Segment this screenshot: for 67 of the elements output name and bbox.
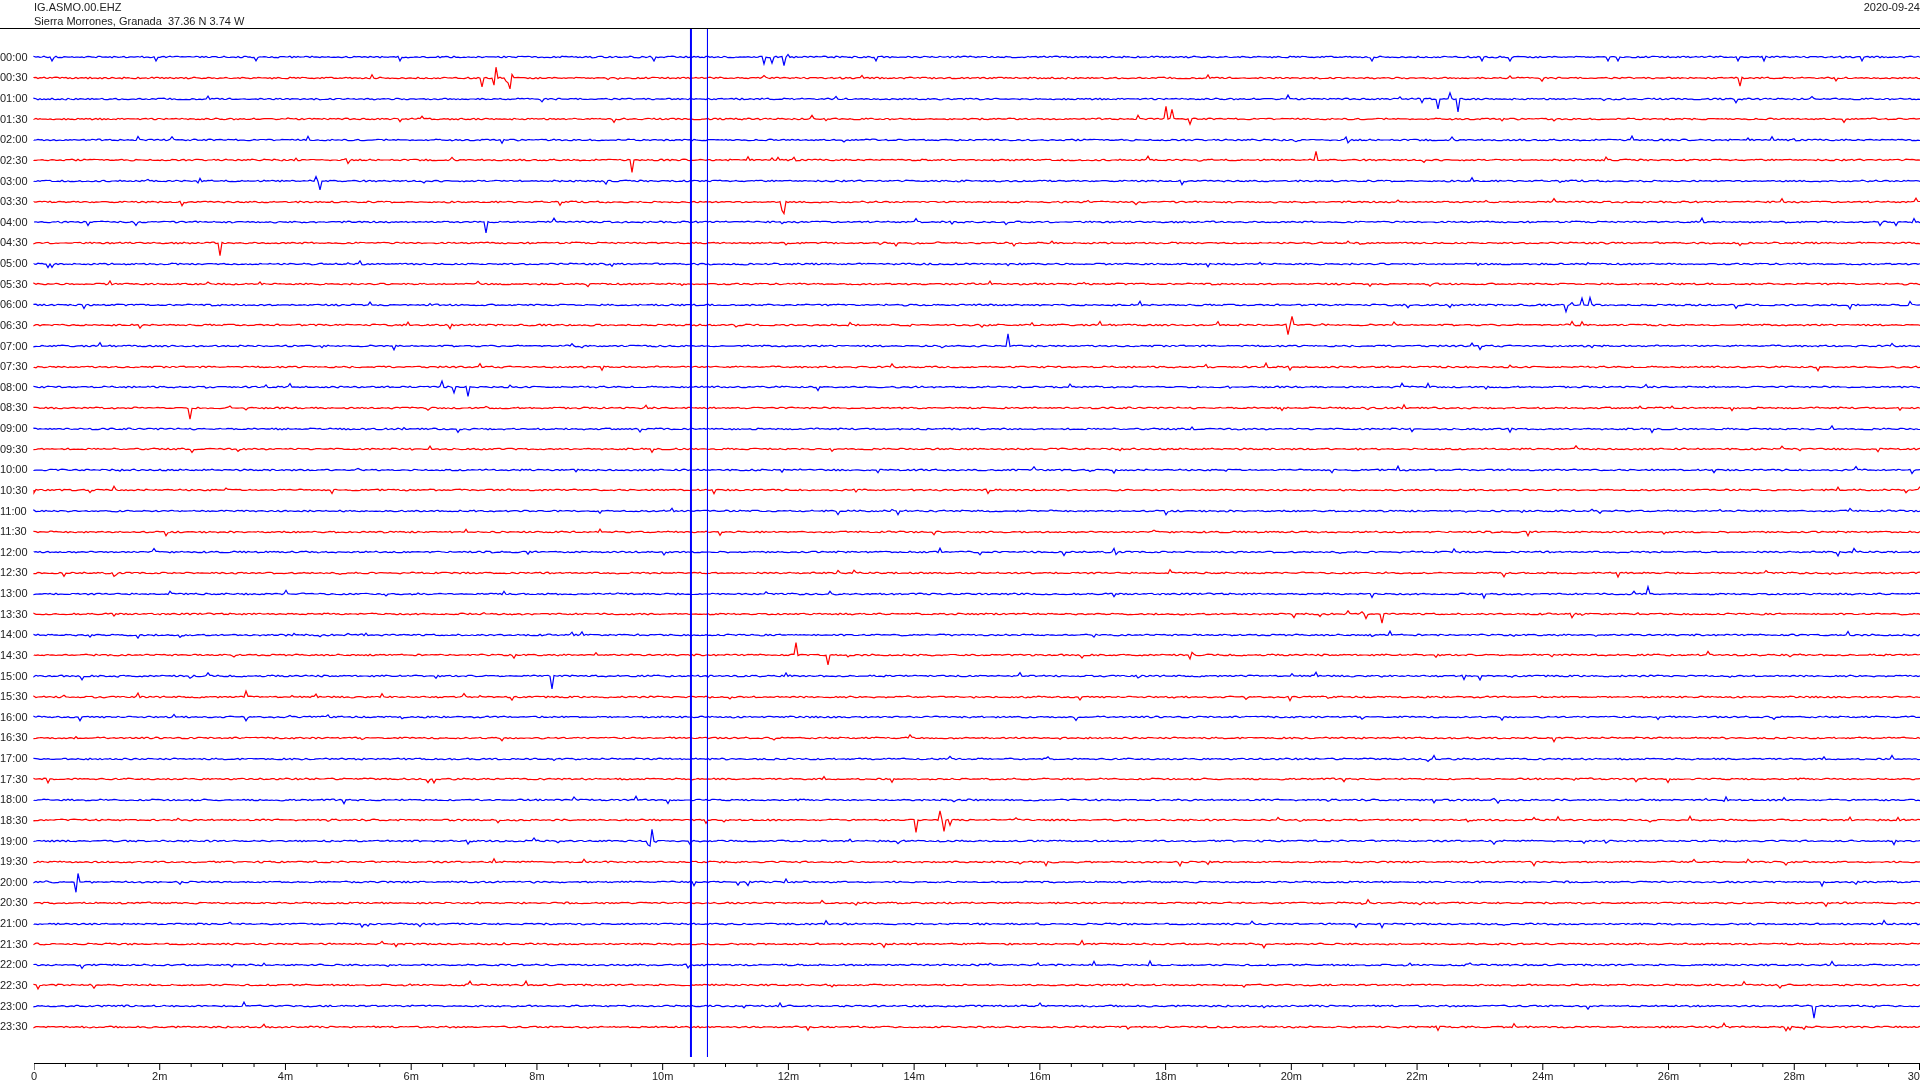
time-tick-label: 10m	[651, 1071, 674, 1080]
hour-label: 20:00	[0, 876, 29, 888]
time-tick-label: 20m	[1280, 1071, 1303, 1080]
hour-label: 17:00	[0, 753, 29, 765]
hour-label: 22:00	[0, 959, 29, 971]
time-tick-label: 18m	[1154, 1071, 1177, 1080]
hour-label: 08:30	[0, 402, 29, 414]
hour-label: 13:00	[0, 588, 29, 600]
hour-label: 18:30	[0, 814, 29, 826]
hour-label: 16:30	[0, 732, 29, 744]
hour-label: 15:30	[0, 691, 29, 703]
hour-label: 02:30	[0, 154, 29, 166]
time-tick-label: 26m	[1657, 1071, 1680, 1080]
time-tick-label: 6m	[403, 1071, 419, 1080]
hour-label: 06:00	[0, 299, 29, 311]
hour-label: 07:30	[0, 361, 29, 373]
hour-label: 09:00	[0, 423, 29, 435]
hour-label: 12:00	[0, 546, 29, 558]
time-tick-label: 28m	[1783, 1071, 1805, 1080]
time-tick-label: 22m	[1406, 1071, 1428, 1080]
time-tick-label: 16m	[1029, 1071, 1051, 1080]
hour-label: 22:30	[0, 979, 29, 991]
time-tick-label: 24m	[1532, 1071, 1554, 1080]
hour-label: 04:30	[0, 237, 29, 249]
hour-label: 12:30	[0, 567, 29, 579]
hour-label: 10:30	[0, 484, 29, 496]
hour-label: 05:00	[0, 258, 29, 270]
plot-date: 2020-09-24	[1863, 0, 1920, 15]
hour-label: 21:30	[0, 938, 29, 950]
hour-label: 14:00	[0, 629, 29, 641]
hour-label: 11:00	[0, 505, 28, 517]
hour-label: 03:00	[0, 175, 29, 187]
time-tick-label: 4m	[277, 1071, 294, 1080]
hour-label: 08:00	[0, 381, 29, 393]
time-tick-label: 30	[1907, 1071, 1920, 1080]
hour-label: 21:00	[0, 918, 29, 930]
hour-label: 17:30	[0, 773, 29, 785]
station-code: IG.ASMO.00.EHZ	[34, 0, 123, 14]
hour-label: 13:30	[0, 608, 29, 620]
hour-label: 06:30	[0, 319, 29, 331]
hour-label: 20:30	[0, 897, 29, 909]
hour-label: 11:30	[0, 526, 28, 538]
hour-label: 19:30	[0, 856, 29, 868]
time-tick-label: 0	[31, 1071, 38, 1080]
time-tick-label: 12m	[777, 1071, 800, 1080]
station-location: Sierra Morrones, Granada 37.36 N 3.74 W	[34, 14, 245, 28]
hour-label: 07:00	[0, 340, 29, 352]
hour-label: 01:00	[0, 93, 29, 105]
hour-label: 23:30	[0, 1021, 29, 1033]
time-tick-label: 14m	[903, 1071, 925, 1080]
hour-label: 09:30	[0, 443, 29, 455]
hour-label: 05:30	[0, 278, 29, 290]
hour-label: 04:00	[0, 216, 29, 228]
hour-label: 15:00	[0, 670, 29, 682]
hour-label: 18:00	[0, 794, 29, 806]
hour-label: 00:00	[0, 51, 29, 63]
hour-label: 10:00	[0, 464, 29, 476]
hour-label: 01:30	[0, 113, 29, 125]
hour-label: 02:00	[0, 134, 29, 146]
hour-label: 19:00	[0, 835, 29, 847]
hour-label: 23:00	[0, 1000, 29, 1012]
time-tick-label: 8m	[529, 1071, 545, 1080]
hour-label: 00:30	[0, 72, 29, 84]
hour-label: 16:00	[0, 711, 29, 723]
hour-label: 03:30	[0, 196, 29, 208]
time-tick-label: 2m	[152, 1071, 168, 1080]
hour-label: 14:30	[0, 649, 29, 661]
